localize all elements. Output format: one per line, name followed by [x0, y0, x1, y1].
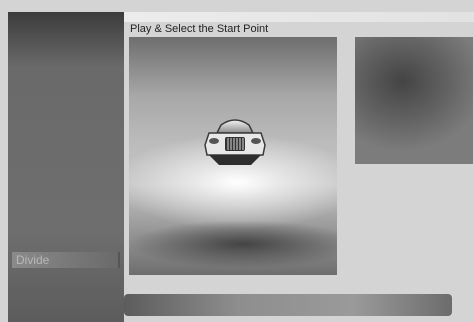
video-preview[interactable]	[129, 37, 337, 275]
left-panel	[8, 12, 124, 322]
page-title: Play & Select the Start Point	[130, 23, 269, 35]
sidebar-item-divide[interactable]: Divide	[12, 252, 120, 268]
sidebar-item-label: Divide	[16, 253, 50, 267]
car-icon	[204, 119, 266, 165]
header-strip	[124, 12, 474, 22]
timeline-bar[interactable]	[124, 294, 452, 316]
thumbnail-preview	[355, 37, 473, 164]
